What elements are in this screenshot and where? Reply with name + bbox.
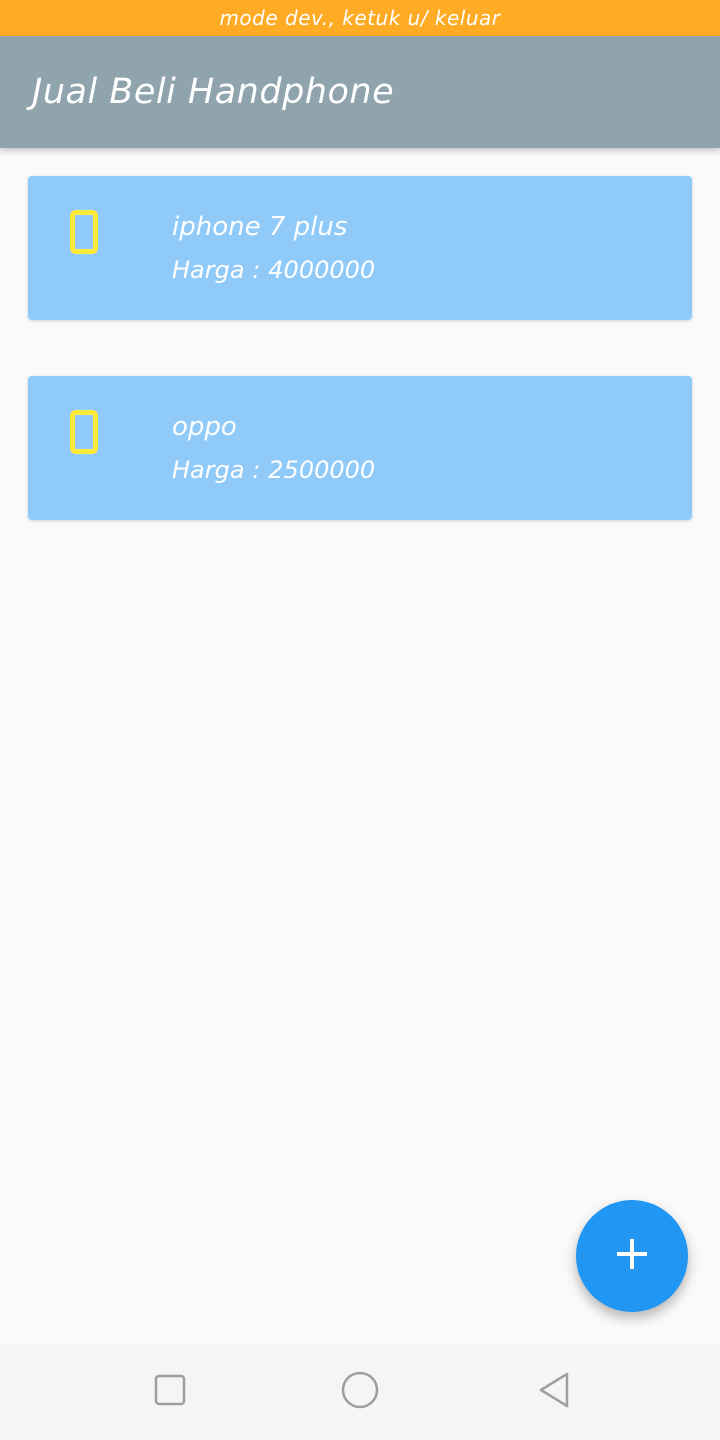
item-price: 4000000: [268, 256, 376, 284]
list-item[interactable]: iphone 7 plus Harga :4000000: [28, 176, 692, 320]
item-name: oppo: [172, 412, 237, 442]
smartphone-icon: [70, 410, 98, 454]
system-navigation-bar: [0, 1344, 720, 1440]
app-title: Jual Beli Handphone: [32, 72, 395, 112]
item-price-row: Harga :2500000: [172, 456, 375, 484]
back-icon: [537, 1371, 571, 1413]
item-name: iphone 7 plus: [172, 212, 348, 242]
recent-apps-button[interactable]: [150, 1372, 190, 1412]
list-item[interactable]: oppo Harga :2500000: [28, 376, 692, 520]
home-button[interactable]: [340, 1371, 380, 1413]
item-price-label: Harga :: [172, 456, 261, 484]
smartphone-icon: [70, 210, 98, 254]
recent-apps-icon: [154, 1374, 186, 1410]
item-price-label: Harga :: [172, 256, 261, 284]
add-item-button[interactable]: [576, 1200, 688, 1312]
phone-list: iphone 7 plus Harga :4000000 oppo Harga …: [28, 176, 692, 576]
item-price: 2500000: [268, 456, 376, 484]
plus-icon: [615, 1237, 649, 1275]
dev-mode-banner-text: mode dev., ketuk u/ keluar: [219, 6, 501, 30]
item-price-row: Harga :4000000: [172, 256, 375, 284]
app-bar: Jual Beli Handphone: [0, 36, 720, 148]
back-button[interactable]: [534, 1372, 574, 1412]
home-icon: [341, 1371, 379, 1413]
dev-mode-banner[interactable]: mode dev., ketuk u/ keluar: [0, 0, 720, 36]
